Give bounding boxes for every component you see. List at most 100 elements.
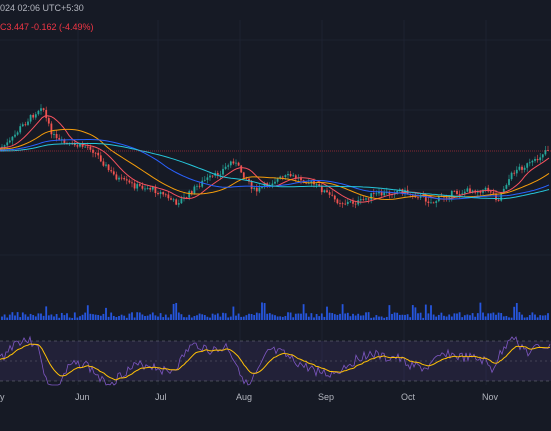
volume-bar <box>219 316 222 320</box>
candle-body <box>224 166 227 169</box>
volume-bar <box>157 316 159 320</box>
candle-body <box>518 166 521 170</box>
candle-body <box>232 161 235 164</box>
volume-bar <box>544 315 547 320</box>
volume-bar <box>131 312 133 320</box>
candle-body <box>435 201 438 203</box>
volume-bar <box>19 317 22 320</box>
volume-bar <box>388 305 391 320</box>
trading-chart[interactable] <box>0 0 551 431</box>
volume-bar <box>27 316 29 320</box>
candle-body <box>261 187 263 188</box>
candle-body <box>255 187 258 192</box>
volume-bar <box>365 312 367 320</box>
candle-body <box>320 186 323 193</box>
candle-body <box>497 200 500 201</box>
candle-body <box>58 138 61 140</box>
candle-body <box>206 177 209 180</box>
volume-bar <box>281 316 284 320</box>
volume-bar <box>393 312 396 320</box>
volume-bar <box>383 317 386 320</box>
volume-bar <box>318 316 321 320</box>
candle-body <box>94 152 97 154</box>
candle-body <box>383 192 386 196</box>
time-axis-label: Jul <box>155 392 167 402</box>
candle-body <box>229 161 232 166</box>
candle-body <box>86 146 89 148</box>
volume-bar <box>302 304 305 320</box>
volume-bar <box>453 313 456 320</box>
volume-bar <box>68 317 71 320</box>
volume-bar <box>255 312 258 320</box>
candle-body <box>219 174 222 176</box>
volume-bar <box>487 313 490 320</box>
volume-bar <box>240 316 243 320</box>
volume-bar <box>177 312 180 320</box>
volume-bar <box>261 302 263 320</box>
volume-bar <box>40 313 42 320</box>
volume-bar <box>50 314 53 320</box>
candle-body <box>346 201 349 205</box>
volume-bar <box>248 313 250 320</box>
volume-bar <box>24 314 27 320</box>
volume-bar <box>492 312 495 320</box>
candle-body <box>193 186 196 194</box>
candle-body <box>112 171 115 175</box>
candle-body <box>14 134 16 137</box>
candle-body <box>539 157 542 161</box>
volume-bar <box>518 312 521 320</box>
candle-body <box>271 183 274 186</box>
time-axis-label: Oct <box>401 392 416 402</box>
candle-body <box>528 162 531 164</box>
volume-bar <box>29 313 32 320</box>
volume-bar <box>336 314 339 320</box>
candle-body <box>177 203 180 205</box>
candle-body <box>29 114 32 122</box>
volume-bar <box>315 313 318 320</box>
volume-bar <box>391 313 393 320</box>
volume-bar <box>463 315 466 320</box>
time-axis-label: Jun <box>75 392 90 402</box>
candle-body <box>128 180 131 183</box>
volume-bar <box>450 316 453 320</box>
volume-bar <box>300 313 302 320</box>
candle-body <box>151 186 154 190</box>
candle-body <box>102 161 105 166</box>
candle-body <box>526 163 529 168</box>
volume-bar <box>112 315 115 320</box>
candle-body <box>203 179 206 181</box>
candle-body <box>292 175 295 177</box>
volume-bar <box>76 317 79 320</box>
volume-bar <box>196 315 198 320</box>
volume-bar <box>289 312 292 320</box>
candle-body <box>99 155 102 162</box>
volume-bar <box>8 314 11 320</box>
candle-body <box>136 184 139 189</box>
volume-bar <box>79 316 81 320</box>
candle-body <box>427 201 430 204</box>
candle-body <box>180 198 183 204</box>
volume-bar <box>34 316 37 320</box>
volume-bar <box>445 316 448 320</box>
candle-body <box>159 192 162 195</box>
volume-bar <box>110 312 113 320</box>
volume-bar <box>328 312 331 320</box>
volume-bar <box>430 305 432 320</box>
volume-bar <box>385 316 388 320</box>
volume-bar <box>474 316 477 320</box>
volume-bar <box>180 314 183 320</box>
candle-body <box>370 193 373 200</box>
volume-bar <box>209 317 211 320</box>
volume-bar <box>235 315 237 320</box>
volume-bar <box>97 314 100 320</box>
volume-bar <box>448 314 451 320</box>
volume-bar <box>105 307 107 320</box>
volume-bar <box>175 302 178 320</box>
volume-bar <box>164 314 167 320</box>
volume-bar <box>42 315 45 320</box>
volume-bar <box>201 314 204 320</box>
candle-body <box>458 194 461 195</box>
volume-bar <box>284 316 287 320</box>
candle-body <box>27 121 29 125</box>
volume-bar <box>250 314 253 320</box>
